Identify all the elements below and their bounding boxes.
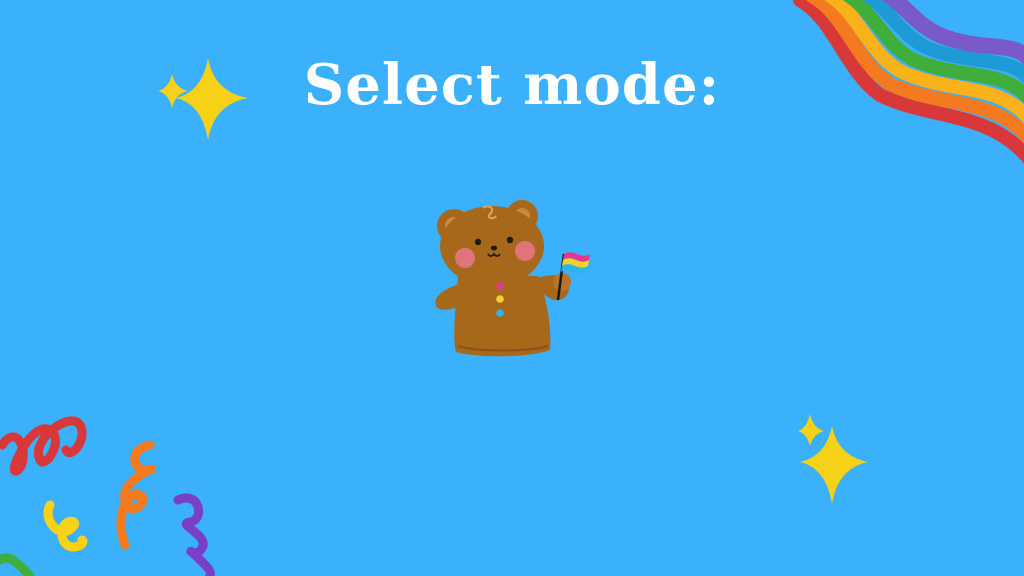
screen-title: Select mode:: [303, 52, 721, 118]
confetti-swirl-icon: [116, 440, 157, 550]
confetti-swirl-icon: [173, 493, 215, 576]
confetti-swirl-icon: [0, 553, 35, 576]
bear-with-flag-icon[interactable]: [428, 196, 596, 364]
confetti-swirl-icon: [0, 416, 87, 476]
confetti-swirl-icon: [43, 500, 88, 552]
